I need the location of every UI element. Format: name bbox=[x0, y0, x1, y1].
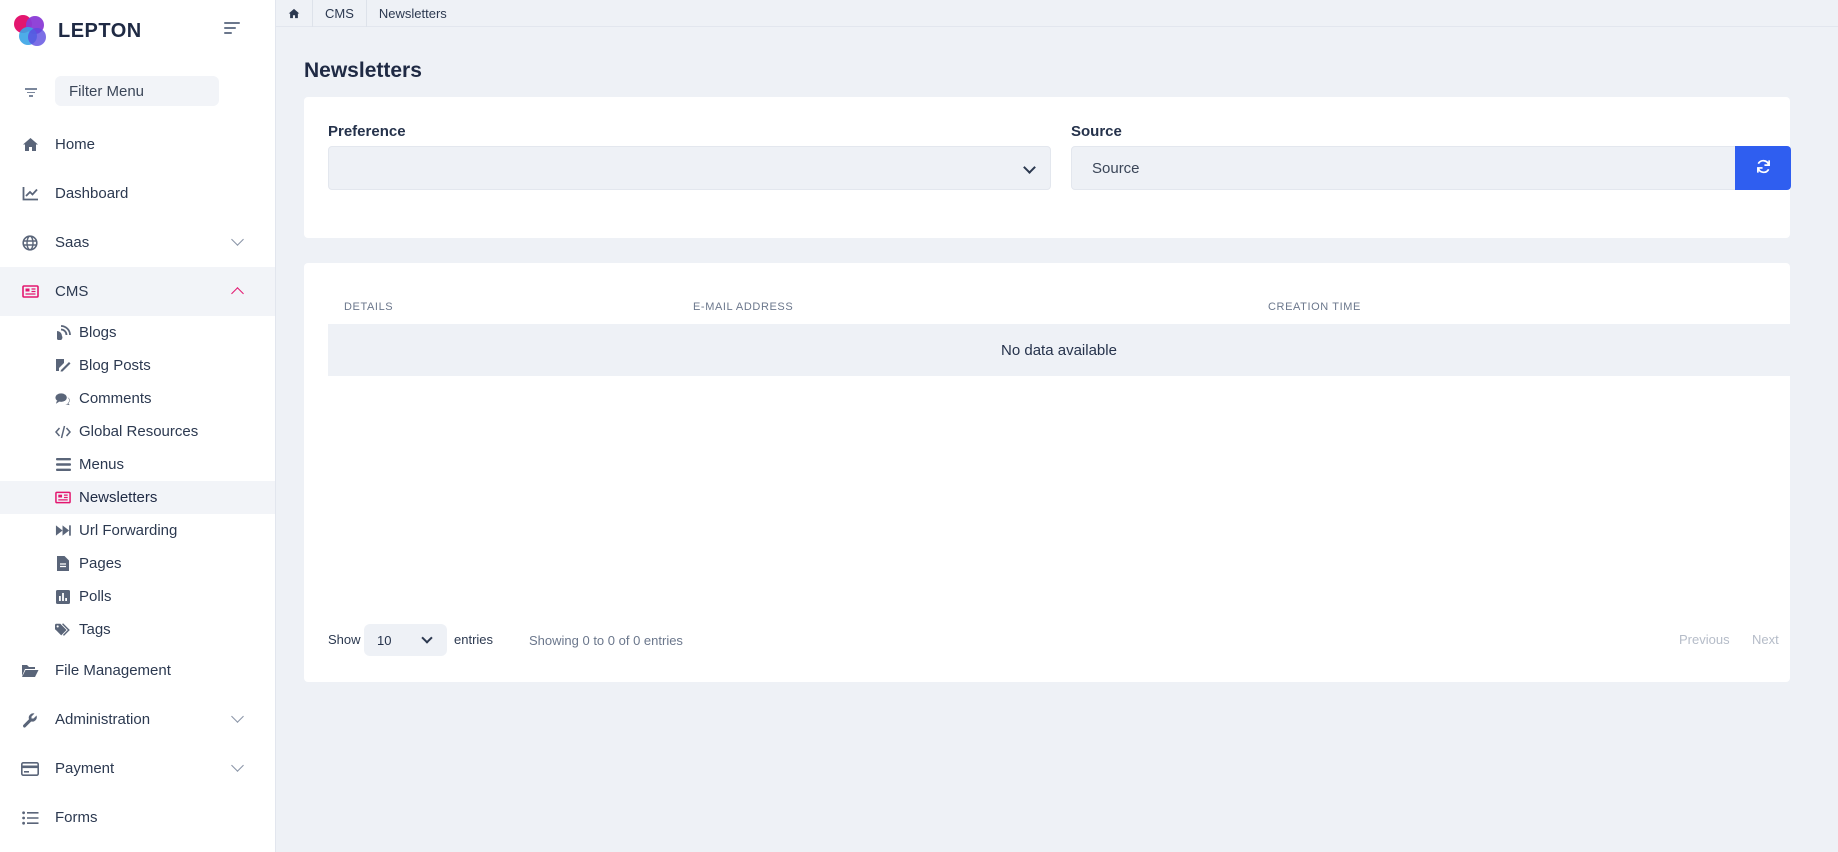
filter-icon bbox=[25, 88, 37, 98]
sidebar-item-label: Administration bbox=[55, 711, 151, 728]
sidebar-item-comments[interactable]: Comments bbox=[0, 382, 275, 415]
breadcrumb: CMS Newsletters bbox=[276, 0, 1838, 27]
sidebar-item-label: Menus bbox=[79, 456, 125, 473]
list-icon bbox=[21, 809, 39, 827]
chevron-down-icon bbox=[1023, 161, 1036, 174]
chart-line-icon bbox=[21, 185, 39, 203]
refresh-button[interactable] bbox=[1735, 146, 1791, 190]
sidebar-item-blog-posts[interactable]: Blog Posts bbox=[0, 349, 275, 382]
sidebar-item-label: Comments bbox=[79, 390, 152, 407]
entries-label: entries bbox=[454, 632, 494, 647]
folder-open-icon bbox=[21, 662, 39, 680]
sidebar-item-label: Url Forwarding bbox=[79, 522, 178, 539]
chevron-down-icon bbox=[421, 632, 433, 644]
globe-icon bbox=[21, 234, 39, 252]
page-title: Newsletters bbox=[304, 59, 422, 82]
sidebar: LEPTON Home Dashboard bbox=[0, 0, 276, 852]
source-input[interactable] bbox=[1071, 146, 1736, 190]
newspaper-icon bbox=[55, 490, 71, 506]
sidebar-item-label: Saas bbox=[55, 234, 90, 251]
sidebar-item-file-management[interactable]: File Management bbox=[0, 646, 275, 695]
preference-label: Preference bbox=[328, 123, 406, 140]
filters-card: Preference Source bbox=[304, 97, 1791, 238]
poll-icon bbox=[55, 589, 71, 605]
sidebar-item-label: File Management bbox=[55, 662, 171, 679]
home-icon[interactable] bbox=[276, 0, 313, 27]
filter-menu-row bbox=[0, 62, 275, 120]
sidebar-item-label: CMS bbox=[55, 283, 89, 300]
tags-icon bbox=[55, 622, 71, 638]
main-content: CMS Newsletters Newsletters Preference S… bbox=[276, 0, 1838, 852]
credit-card-icon bbox=[21, 760, 39, 778]
sidebar-item-forms[interactable]: Forms bbox=[0, 793, 275, 842]
brand-name: LEPTON bbox=[58, 19, 142, 42]
sidebar-item-label: Pages bbox=[79, 555, 122, 572]
sidebar-item-administration[interactable]: Administration bbox=[0, 695, 275, 744]
filter-menu-input[interactable] bbox=[55, 76, 219, 106]
sidebar-item-label: Polls bbox=[79, 588, 112, 605]
bars-icon bbox=[55, 457, 71, 473]
sidebar-item-blogs[interactable]: Blogs bbox=[0, 316, 275, 349]
file-icon bbox=[55, 556, 71, 572]
sidebar-item-label: Home bbox=[55, 136, 96, 153]
table-info: Showing 0 to 0 of 0 entries bbox=[529, 633, 683, 648]
sidebar-item-payment[interactable]: Payment bbox=[0, 744, 275, 793]
preference-select[interactable] bbox=[328, 146, 1051, 190]
show-label: Show bbox=[328, 632, 361, 647]
sidebar-item-label: Global Resources bbox=[79, 423, 199, 440]
blog-icon bbox=[55, 325, 71, 341]
lepton-logo bbox=[14, 15, 46, 47]
sidebar-item-pages[interactable]: Pages bbox=[0, 547, 275, 580]
sidebar-item-menus[interactable]: Menus bbox=[0, 448, 275, 481]
sidebar-item-tags[interactable]: Tags bbox=[0, 613, 275, 646]
chevron-down-icon bbox=[231, 759, 244, 772]
sidebar-item-home[interactable]: Home bbox=[0, 120, 275, 169]
sidebar-item-dashboard[interactable]: Dashboard bbox=[0, 169, 275, 218]
home-icon bbox=[21, 136, 39, 154]
edit-file-icon bbox=[55, 358, 71, 374]
sidebar-item-label: Tags bbox=[79, 621, 111, 638]
sidebar-item-label: Blog Posts bbox=[79, 357, 151, 374]
comments-icon bbox=[55, 391, 71, 407]
code-icon bbox=[55, 424, 71, 440]
source-label: Source bbox=[1071, 123, 1122, 140]
sidebar-item-url-forwarding[interactable]: Url Forwarding bbox=[0, 514, 275, 547]
sidebar-item-global-resources[interactable]: Global Resources bbox=[0, 415, 275, 448]
sidebar-item-label: Newsletters bbox=[79, 489, 158, 506]
chevron-up-icon bbox=[231, 287, 244, 300]
breadcrumb-item-newsletters: Newsletters bbox=[378, 5, 447, 21]
sidebar-toggle-icon[interactable] bbox=[224, 22, 242, 38]
forward-icon bbox=[55, 523, 71, 539]
next-page-button[interactable]: Next bbox=[1752, 632, 1779, 647]
sidebar-item-newsletters[interactable]: Newsletters bbox=[0, 481, 275, 514]
breadcrumb-item-cms[interactable]: CMS bbox=[313, 0, 367, 27]
empty-table-message: No data available bbox=[1001, 341, 1117, 359]
sidebar-item-saas[interactable]: Saas bbox=[0, 218, 275, 267]
chevron-down-icon bbox=[231, 233, 244, 246]
sidebar-item-label: Blogs bbox=[79, 324, 117, 341]
empty-table-row: No data available bbox=[328, 324, 1790, 376]
column-header-creation-time[interactable]: CREATION TIME bbox=[1268, 301, 1361, 313]
sidebar-item-polls[interactable]: Polls bbox=[0, 580, 275, 613]
previous-page-button[interactable]: Previous bbox=[1679, 632, 1730, 647]
sidebar-item-cms[interactable]: CMS bbox=[0, 267, 275, 316]
page-size-select[interactable]: 10 bbox=[364, 624, 447, 656]
sidebar-item-label: Dashboard bbox=[55, 185, 129, 202]
column-header-details[interactable]: DETAILS bbox=[344, 301, 393, 313]
column-header-email[interactable]: E-MAIL ADDRESS bbox=[693, 301, 793, 313]
refresh-icon bbox=[1756, 159, 1771, 177]
sidebar-item-label: Forms bbox=[55, 809, 98, 826]
sidebar-item-label: Payment bbox=[55, 760, 115, 777]
newsletters-table-card: DETAILS E-MAIL ADDRESS CREATION TIME No … bbox=[304, 263, 1790, 682]
chevron-down-icon bbox=[231, 710, 244, 723]
page-size-value: 10 bbox=[377, 632, 392, 648]
newspaper-icon bbox=[21, 283, 39, 301]
wrench-icon bbox=[21, 711, 39, 729]
